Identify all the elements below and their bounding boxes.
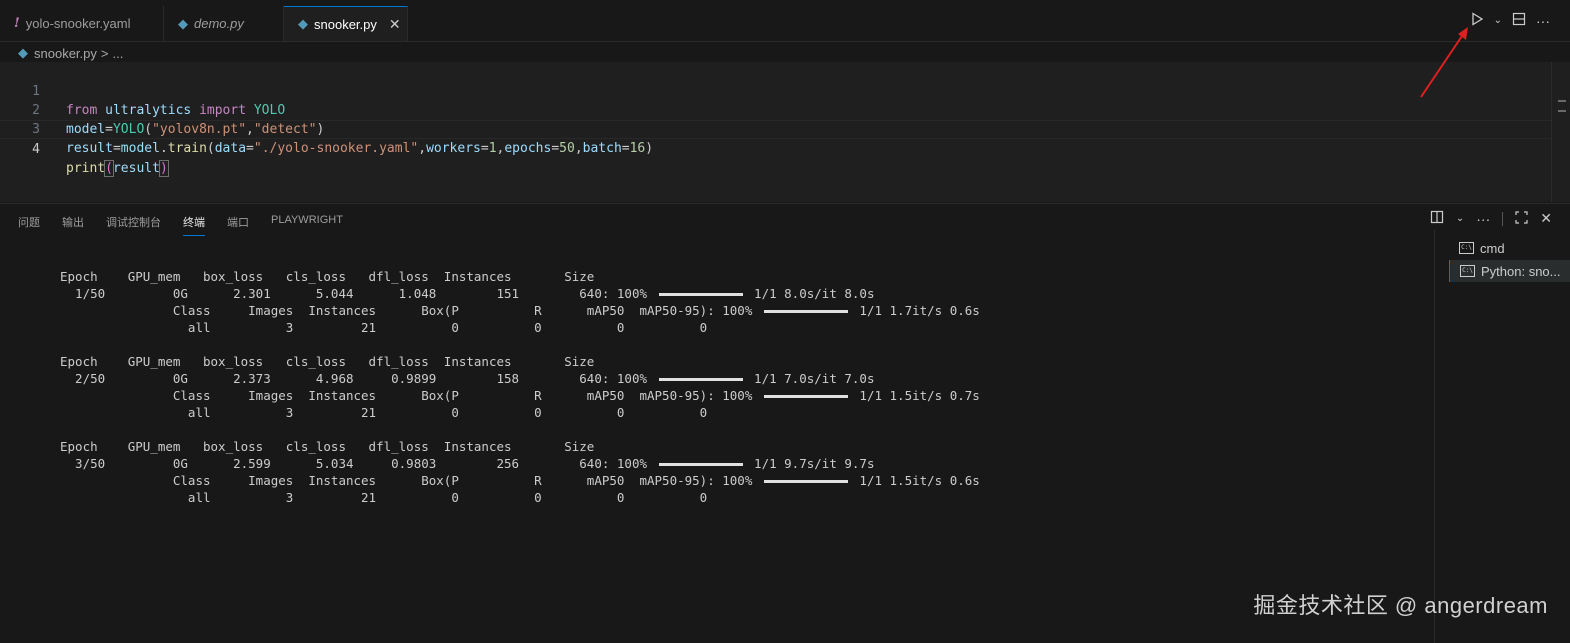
- progress-bar: [763, 480, 848, 483]
- code-line-text: result=model.train(data="./yolo-snooker.…: [66, 141, 654, 156]
- terminal-line: Class Images Instances Box(P R mAP50 mAP…: [60, 303, 980, 318]
- editor-tab-bar: ! yolo-snooker.yaml ◆ demo.py ◆ snooker.…: [0, 0, 1570, 42]
- tab-playwright[interactable]: PLAYWRIGHT: [271, 214, 343, 236]
- terminal-item-cmd[interactable]: C:\ cmd: [1449, 237, 1570, 259]
- terminal-line: 1/50 0G 2.301 5.044 1.048 151 640: 100% …: [60, 286, 875, 301]
- breadcrumb-symbols[interactable]: ...: [112, 46, 123, 61]
- progress-bar: [763, 310, 848, 313]
- breadcrumb-separator: >: [100, 45, 109, 61]
- terminal-line: all 3 21 0 0 0 0: [60, 320, 708, 335]
- chevron-down-icon[interactable]: ⌄: [1456, 213, 1464, 224]
- code-line: 1 from ultralytics import YOLO: [0, 63, 1552, 118]
- terminal-line: Epoch GPU_mem box_loss cls_loss dfl_loss…: [60, 269, 595, 284]
- more-actions-icon[interactable]: ···: [1476, 211, 1490, 227]
- breadcrumb-file[interactable]: snooker.py: [34, 46, 97, 61]
- terminal-line: Class Images Instances Box(P R mAP50 mAP…: [60, 473, 980, 488]
- tab-label: snooker.py: [314, 16, 377, 32]
- maximize-panel-icon[interactable]: [1515, 210, 1528, 227]
- terminal-list: C:\ cmd C:\ Python: sno...: [1434, 230, 1570, 643]
- tab-label: demo.py: [194, 16, 244, 31]
- tab-demo-py[interactable]: ◆ demo.py: [164, 6, 284, 41]
- terminal-output[interactable]: Epoch GPU_mem box_loss cls_loss dfl_loss…: [60, 268, 980, 506]
- divider: [1502, 211, 1504, 226]
- bottom-panel: 问题 输出 调试控制台 终端 端口 PLAYWRIGHT ⌄ ··· ✕ Epo…: [0, 203, 1570, 643]
- tab-debug-console[interactable]: 调试控制台: [106, 214, 161, 236]
- scrollbar-marker: [1558, 110, 1566, 112]
- yaml-exclamation-icon: !: [14, 16, 20, 31]
- terminal-icon: C:\: [1459, 242, 1474, 254]
- progress-bar: [658, 293, 743, 296]
- panel-tabs: 问题 输出 调试控制台 终端 端口 PLAYWRIGHT: [18, 214, 343, 236]
- terminal-line: Class Images Instances Box(P R mAP50 mAP…: [60, 388, 980, 403]
- line-number: 4: [32, 142, 40, 157]
- run-python-file-icon[interactable]: [1470, 12, 1484, 29]
- terminal-line: Epoch GPU_mem box_loss cls_loss dfl_loss…: [60, 439, 595, 454]
- close-panel-icon[interactable]: ✕: [1540, 210, 1552, 227]
- progress-bar: [658, 463, 743, 466]
- tab-terminal[interactable]: 终端: [183, 214, 205, 236]
- code-line-current: 4 print(result): [0, 120, 1552, 177]
- tab-output[interactable]: 输出: [62, 214, 84, 236]
- tab-label: yolo-snooker.yaml: [25, 16, 131, 31]
- tab-ports[interactable]: 端口: [227, 214, 249, 236]
- code-line-text: print(result): [66, 160, 169, 177]
- progress-bar: [763, 395, 848, 398]
- code-editor[interactable]: 1 from ultralytics import YOLO 2 model=Y…: [0, 62, 1552, 202]
- more-actions-icon[interactable]: ···: [1536, 13, 1550, 29]
- terminal-line: Epoch GPU_mem box_loss cls_loss dfl_loss…: [60, 354, 595, 369]
- terminal-line: 2/50 0G 2.373 4.968 0.9899 158 640: 100%…: [60, 371, 875, 386]
- terminal-item-label: cmd: [1480, 240, 1505, 256]
- editor-scrollbar[interactable]: [1551, 62, 1570, 202]
- tab-snooker-py[interactable]: ◆ snooker.py ✕: [284, 6, 408, 41]
- tab-problems[interactable]: 问题: [18, 214, 40, 236]
- python-icon: ◆: [298, 16, 308, 31]
- code-line: 3 result=model.train(data="./yolo-snooke…: [0, 101, 1552, 156]
- watermark: 掘金技术社区 @ angerdream: [1253, 593, 1548, 618]
- python-icon: ◆: [178, 15, 188, 31]
- code-line: 2 model=YOLO("yolov8n.pt","detect"): [0, 82, 1552, 137]
- terminal-line: all 3 21 0 0 0 0: [60, 490, 708, 505]
- progress-bar: [658, 378, 743, 381]
- panel-actions: ⌄ ··· ✕: [1430, 210, 1552, 227]
- split-editor-icon[interactable]: [1512, 12, 1526, 29]
- tab-yolo-snooker-yaml[interactable]: ! yolo-snooker.yaml: [0, 6, 164, 41]
- terminal-line: all 3 21 0 0 0 0: [60, 405, 708, 420]
- close-icon[interactable]: ✕: [389, 16, 401, 33]
- python-icon: ◆: [18, 45, 28, 60]
- terminal-item-python[interactable]: C:\ Python: sno...: [1449, 260, 1570, 282]
- editor-actions: ⌄ ···: [1470, 12, 1550, 29]
- terminal-icon: C:\: [1460, 265, 1475, 277]
- breadcrumb: ◆ snooker.py > ...: [18, 44, 123, 62]
- scrollbar-marker: [1558, 100, 1566, 102]
- chevron-down-icon[interactable]: ⌄: [1494, 15, 1502, 26]
- terminal-line: 3/50 0G 2.599 5.034 0.9803 256 640: 100%…: [60, 456, 875, 471]
- layout-icon[interactable]: [1430, 210, 1444, 227]
- terminal-item-label: Python: sno...: [1481, 263, 1561, 279]
